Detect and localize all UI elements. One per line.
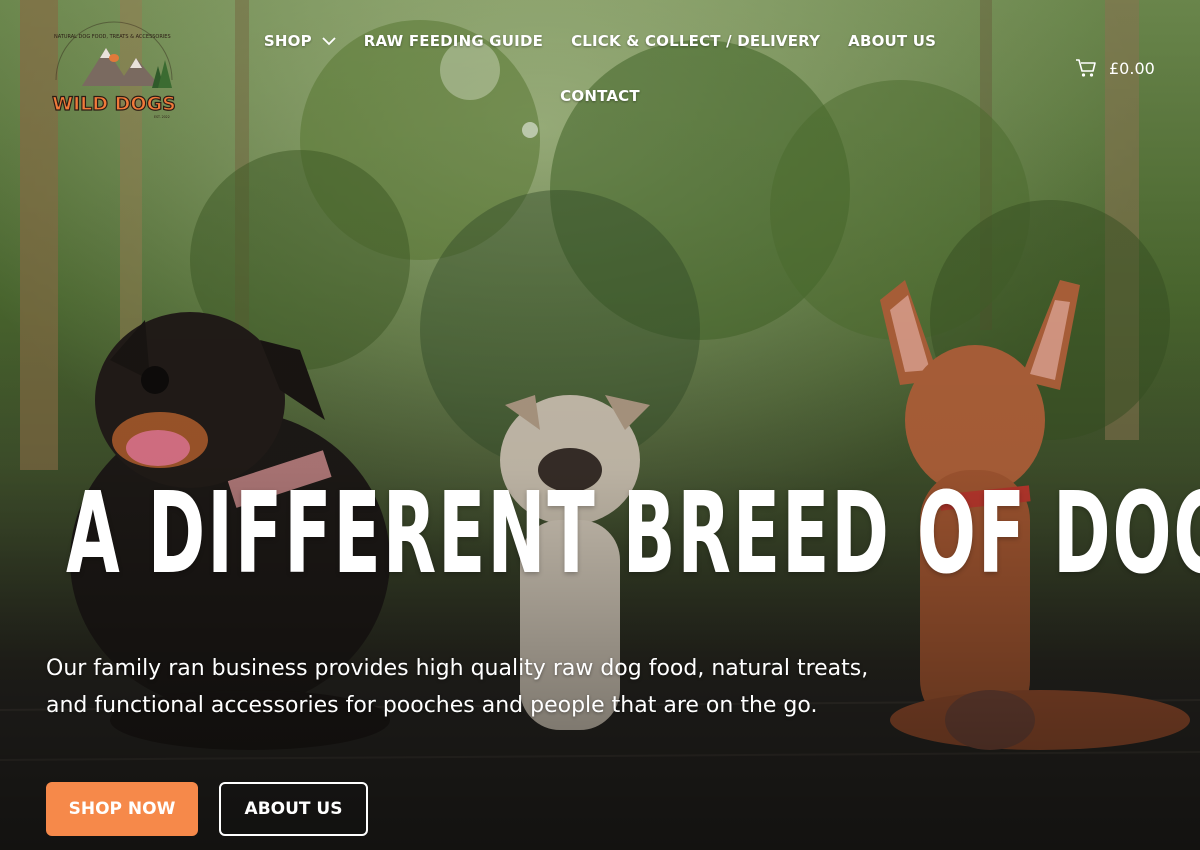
nav-item-label: CLICK & COLLECT / DELIVERY [571, 32, 821, 50]
nav-item-label: SHOP [263, 32, 312, 50]
chevron-down-icon [322, 36, 336, 45]
nav-item-label: ABOUT US [848, 32, 937, 50]
cart-total: £0.00 [1109, 58, 1155, 78]
nav-item-label: CONTACT [560, 87, 640, 105]
wild-dogs-logo[interactable]: WILD DOGS NATURAL DOG FOOD, TREATS & ACC… [44, 18, 184, 123]
hero-section: WILD DOGS NATURAL DOG FOOD, TREATS & ACC… [0, 0, 1200, 850]
nav-item-contact[interactable]: CONTACT [560, 87, 640, 105]
nav-row-secondary: CONTACT [280, 79, 920, 113]
logo-wordmark: WILD DOGS [52, 93, 176, 115]
nav-item-shop[interactable]: SHOP [264, 32, 336, 50]
nav-item-about-us[interactable]: ABOUT US [848, 32, 936, 50]
main-navigation: SHOP RAW FEEDING GUIDE CLICK & COLLECT /… [264, 24, 936, 113]
nav-item-raw-feeding-guide[interactable]: RAW FEEDING GUIDE [364, 32, 543, 50]
nav-item-label: RAW FEEDING GUIDE [363, 32, 544, 50]
cart-icon [1076, 59, 1096, 77]
logo-ring-text: NATURAL DOG FOOD, TREATS & ACCESSORIES [54, 34, 171, 40]
cart-button[interactable]: £0.00 [1075, 58, 1155, 78]
shop-now-button[interactable]: SHOP NOW [46, 782, 198, 836]
logo-est-text: EST. 2022 [154, 115, 170, 119]
nav-item-click-collect-delivery[interactable]: CLICK & COLLECT / DELIVERY [571, 32, 820, 50]
hero-subtext: Our family ran business provides high qu… [46, 656, 869, 718]
hero-headline: A DIFFERENT BREED OF DOG S [66, 469, 1200, 599]
about-us-button[interactable]: ABOUT US [219, 782, 368, 836]
nav-row-primary: SHOP RAW FEEDING GUIDE CLICK & COLLECT /… [264, 24, 936, 58]
